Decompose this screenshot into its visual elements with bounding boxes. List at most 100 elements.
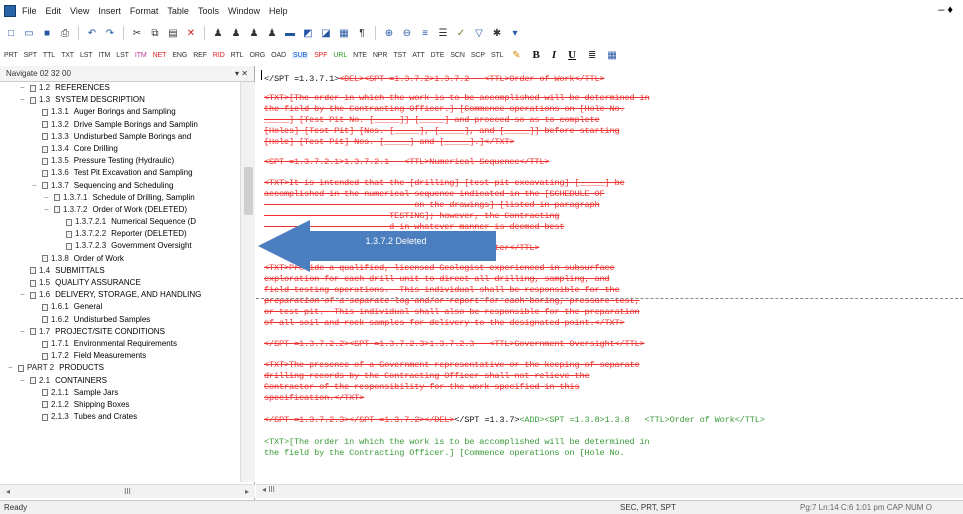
table-icon[interactable]: ▦ [605,48,619,62]
tree-item[interactable]: 1.3.7.2.1 Numerical Sequence (D [0,216,240,228]
tree-item[interactable]: −1.3.7 Sequencing and Scheduling [0,180,240,192]
scroll-right-icon[interactable]: ▸ [245,487,249,496]
tree-item[interactable]: −1.3 SYSTEM DESCRIPTION [0,94,240,106]
tree-item[interactable]: 1.3.1 Auger Borings and Sampling [0,106,240,118]
document-line[interactable]: specification.</TXT> [264,393,364,403]
cut-icon[interactable]: ✂ [130,26,144,40]
insert-tag-icon[interactable]: ◩ [301,26,315,40]
tag-button-spt[interactable]: SPT [24,52,37,59]
spell-check-icon[interactable]: ✓ [454,26,468,40]
validate-icon[interactable]: ▦ [337,26,351,40]
tree-item[interactable]: 1.3.4 Core Drilling [0,143,240,155]
replace-all-icon[interactable]: ♟ [265,26,279,40]
expander-icon[interactable]: − [20,94,30,106]
tag-button-npr[interactable]: NPR [373,52,388,59]
tree-item[interactable]: 1.3.6 Test Pit Excavation and Sampling [0,167,240,179]
redo-icon[interactable]: ↷ [103,26,117,40]
tag-button-lst2[interactable]: LST [116,52,129,59]
document-editor[interactable]: </SPT =1.3.7.1><DEL><SPT =1.3.7.2>1.3.7.… [256,66,963,484]
document-line[interactable]: Contractor of the responsibility for the… [264,382,580,392]
tag-button-ttl[interactable]: TTL [43,52,55,59]
tree-item[interactable]: 1.3.5 Pressure Testing (Hydraulic) [0,155,240,167]
document-line[interactable]: <TXT>[The order in which the work is to … [264,437,650,447]
delete-icon[interactable]: ✕ [184,26,198,40]
menu-tools[interactable]: Tools [198,6,219,16]
tag-button-scn[interactable]: SCN [450,52,465,59]
tag-button-scp[interactable]: SCP [471,52,485,59]
tag-button-ref[interactable]: REF [193,52,207,59]
document-line[interactable]: <TXT>The presence of a Government repres… [264,360,640,370]
tag-button-itm[interactable]: ITM [99,52,111,59]
zoom-in-icon[interactable]: ⊕ [382,26,396,40]
dropdown-icon[interactable]: ▾ [508,26,522,40]
document-line[interactable]: _____] [Test Pit No. [_____]] [_____] an… [264,115,600,125]
italic-button[interactable]: I [552,49,556,61]
menu-file[interactable]: File [22,6,37,16]
new-document-icon[interactable]: □ [4,26,18,40]
tree-item[interactable]: 1.5 QUALITY ASSURANCE [0,277,240,289]
tag-button-txt[interactable]: TXT [61,52,74,59]
underline-button[interactable]: U [568,49,576,61]
tag-button-oad[interactable]: OAD [271,52,286,59]
tag-button-spf[interactable]: SPF [314,52,327,59]
tree-item[interactable]: −2.1 CONTAINERS [0,375,240,387]
document-line[interactable]: drilling records by the Contracting Offi… [264,371,590,381]
tree-item[interactable]: 1.3.7.2.3 Government Oversight [0,240,240,252]
document-line[interactable]: the field by the Contracting Officer.] [… [264,448,625,458]
tag-button-dte[interactable]: DTE [431,52,445,59]
copy-icon[interactable]: ⧉ [148,26,162,40]
tag-button-net[interactable]: NET [153,52,167,59]
tag-button-org[interactable]: ORG [249,52,265,59]
tag-button-att[interactable]: ATT [412,52,425,59]
editor-horizontal-scrollbar[interactable]: ◂ III [256,484,963,498]
save-icon[interactable]: ■ [40,26,54,40]
menu-help[interactable]: Help [269,6,288,16]
scroll-left-icon[interactable]: ◂ [6,487,10,496]
tree-item[interactable]: −1.3.7.2 Order of Work (DELETED) [0,204,240,216]
filter-icon[interactable]: ▽ [472,26,486,40]
expander-icon[interactable]: − [32,180,42,192]
tag-button-stl[interactable]: STL [491,52,504,59]
scrollbar-grip[interactable]: III [124,487,131,496]
document-line[interactable]: the field by the Contracting Officer.] [… [264,104,625,114]
document-line[interactable]: [Holes] [Test Pit] [Nos. [_____], [_____… [264,126,620,136]
document-line[interactable]: <TXT>[The order in which the work is to … [264,93,650,103]
menu-window[interactable]: Window [228,6,260,16]
tag-button-nte[interactable]: NTE [353,52,367,59]
document-line[interactable]: <SPT =1.3.7.2.1>1.3.7.2.1 <TTL>Numerical… [264,157,550,167]
menu-view[interactable]: View [70,6,89,16]
align-icon[interactable]: ≣ [585,48,599,62]
open-folder-icon[interactable]: ▭ [22,26,36,40]
star-icon[interactable]: ✱ [490,26,504,40]
tree-item[interactable]: 1.3.2 Drive Sample Borings and Samplin [0,119,240,131]
expander-icon[interactable]: − [20,326,30,338]
menu-format[interactable]: Format [130,6,159,16]
tag-button-tst[interactable]: TST [393,52,406,59]
paste-icon[interactable]: ▤ [166,26,180,40]
scrollbar-thumb[interactable] [244,167,253,215]
tree-item[interactable]: 2.1.1 Sample Jars [0,387,240,399]
document-line[interactable]: [Hole] [Test Pit] Nos. [_____] and [____… [264,137,515,147]
pencil-icon[interactable]: ✎ [509,48,523,62]
expander-icon[interactable]: − [44,204,54,216]
tree-item[interactable]: 2.1.3 Tubes and Crates [0,411,240,423]
tree-item[interactable]: 1.3.3 Undisturbed Sample Borings and [0,131,240,143]
navigator-vertical-scrollbar[interactable] [240,82,255,482]
expander-icon[interactable]: − [20,82,30,94]
expander-icon[interactable]: − [20,375,30,387]
renumber-icon[interactable]: ≡ [418,26,432,40]
navigator-controls[interactable]: ▾ ✕ [235,69,248,78]
tag-button-prt[interactable]: PRT [4,52,18,59]
expander-icon[interactable]: − [20,289,30,301]
navigator-horizontal-scrollbar[interactable]: ◂ III ▸ [0,484,255,498]
tree-item[interactable]: 1.7.1 Environmental Requirements [0,338,240,350]
document-line[interactable]: field testing operations. This individua… [264,285,620,295]
tag-button-itm2[interactable]: ITM [135,52,147,59]
tree-item[interactable]: 1.6.2 Undisturbed Samples [0,314,240,326]
tree-item[interactable]: 1.7.2 Field Measurements [0,350,240,362]
tag-button-sub[interactable]: SUB [292,51,309,59]
tag-button-rid[interactable]: RID [213,52,225,59]
paragraph-icon[interactable]: ¶ [355,26,369,40]
document-line[interactable]: </SPT =1.3.7.2.2><SPT =1.3.7.2.3>1.3.7.2… [264,339,645,349]
undo-icon[interactable]: ↶ [85,26,99,40]
